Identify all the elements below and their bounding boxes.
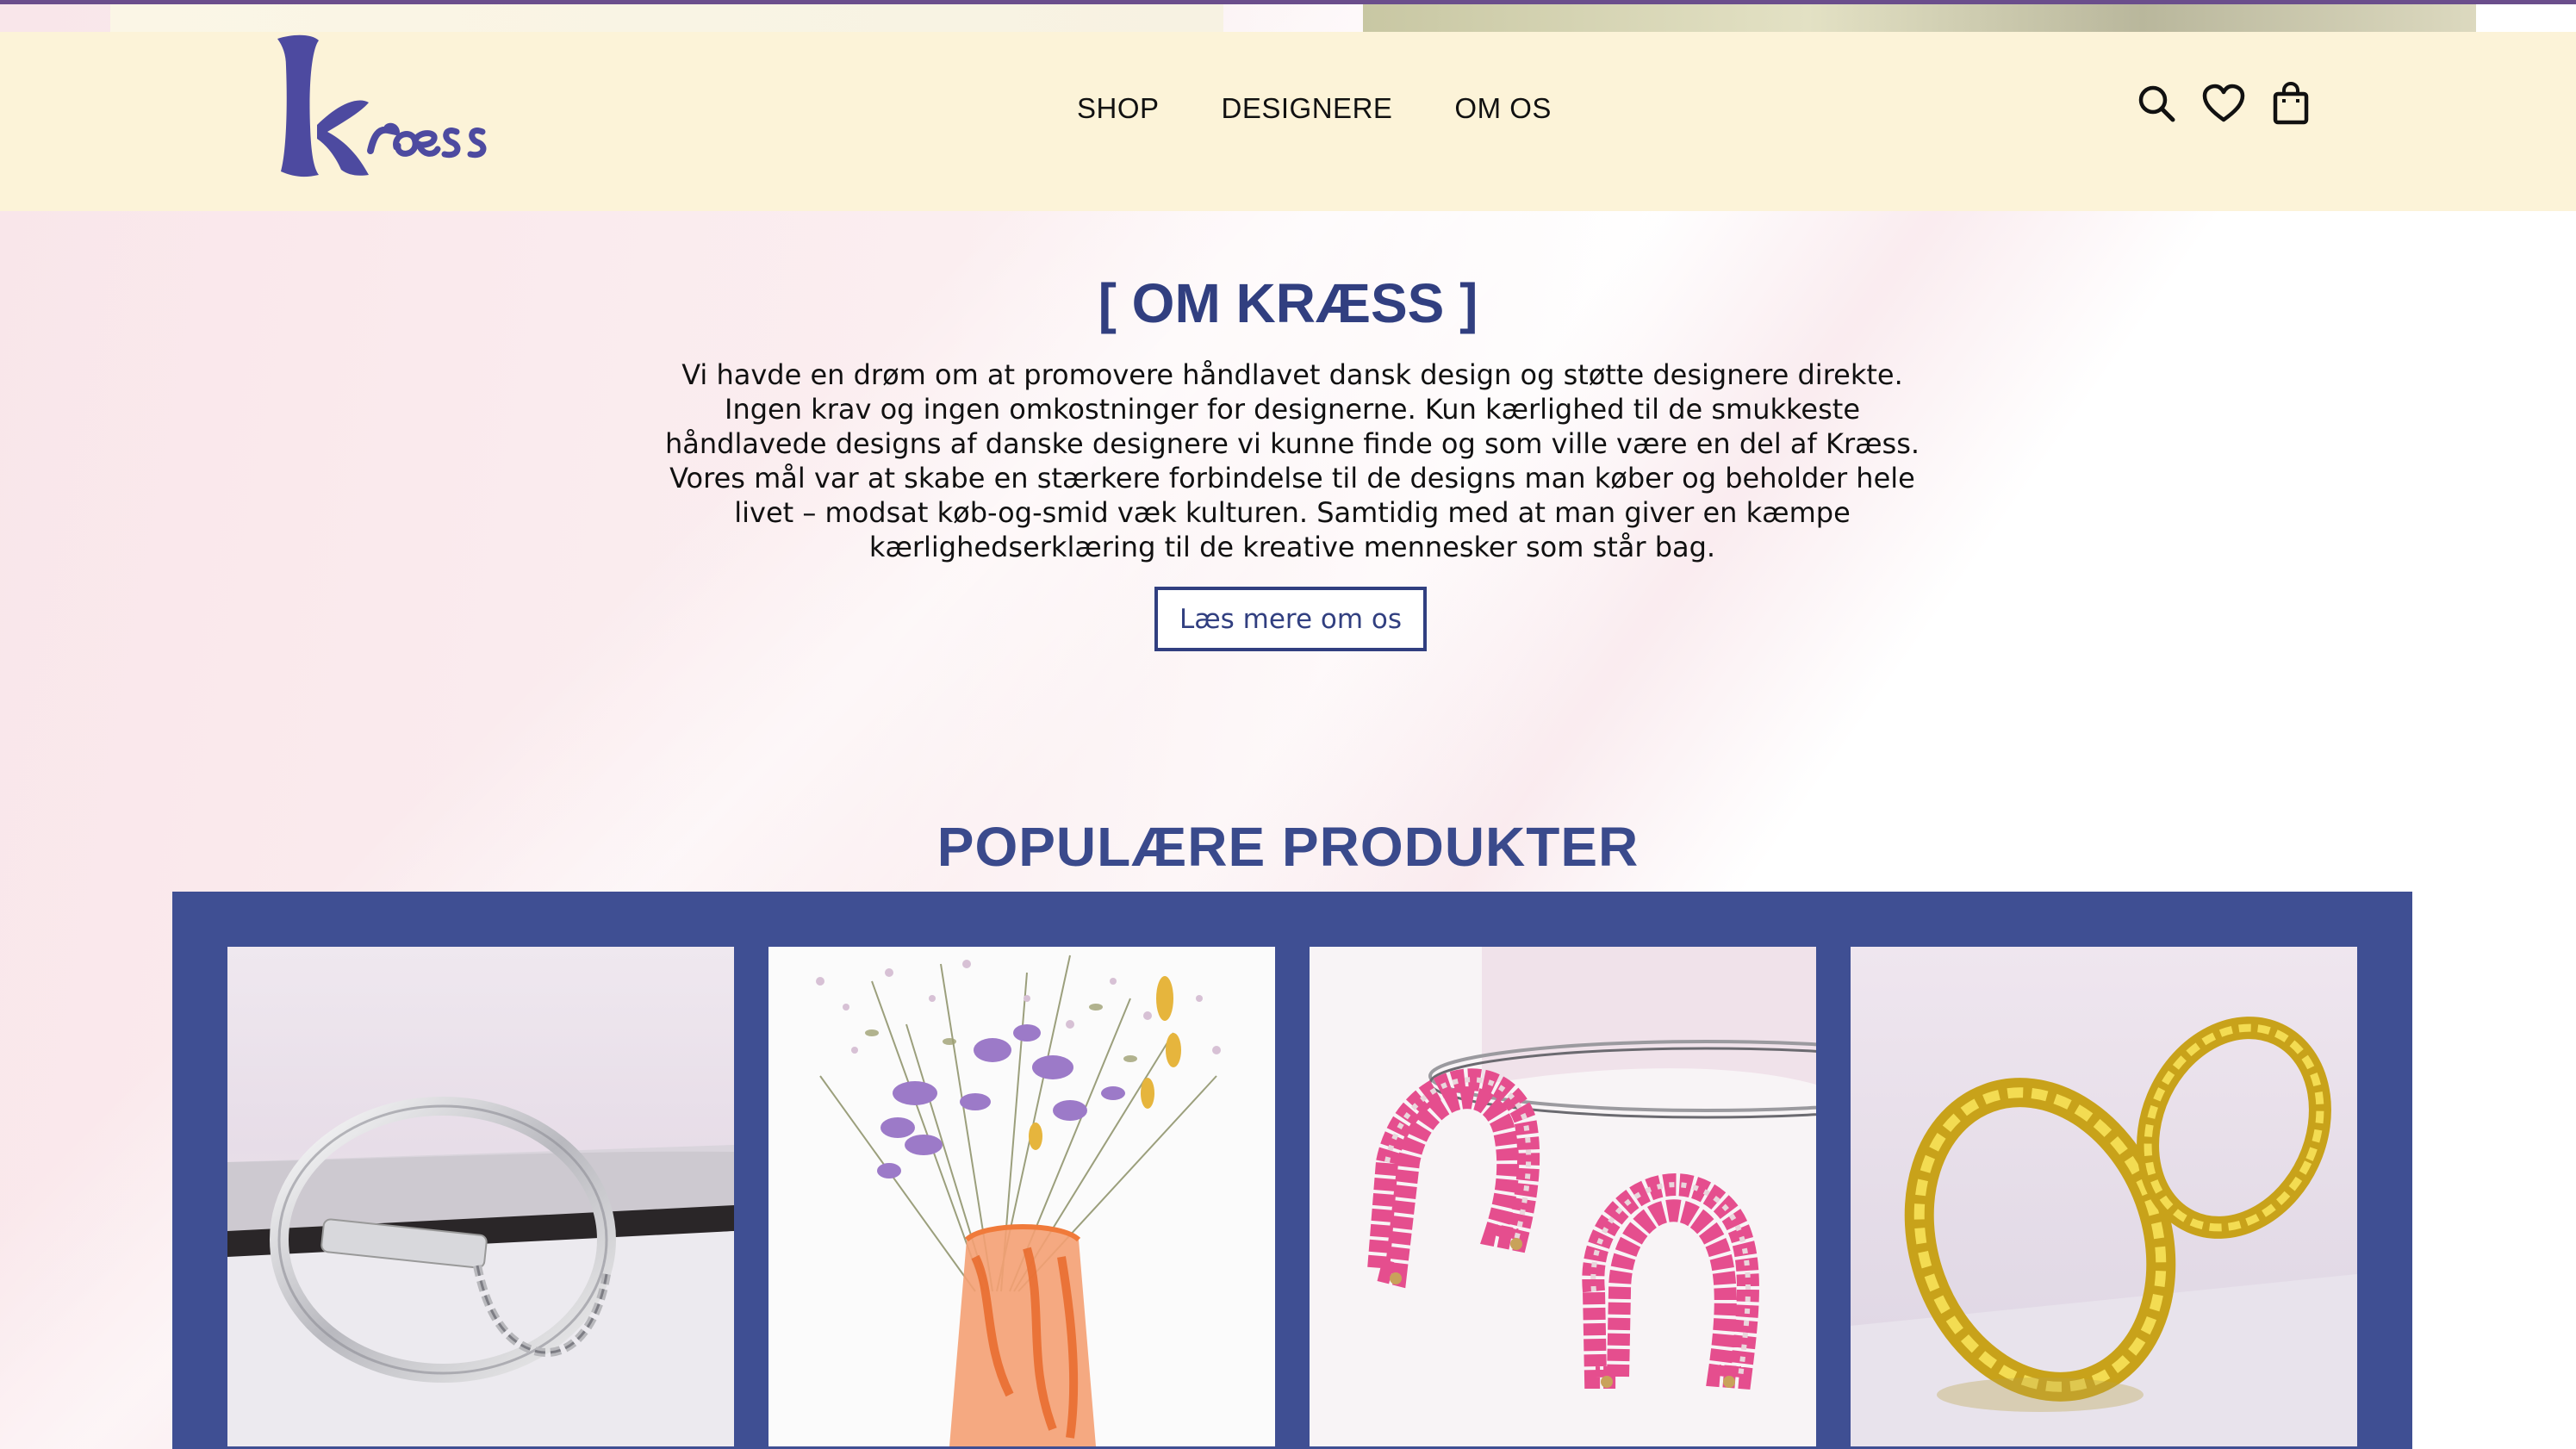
top-banner-image-left <box>110 4 1223 32</box>
product-card-rhinestone-earrings[interactable] <box>1310 947 1816 1446</box>
heart-icon[interactable] <box>2202 82 2245 125</box>
product-image-dried-flowers <box>768 947 1275 1446</box>
product-image-gold-earrings <box>1851 947 2357 1446</box>
product-card-gold-earrings[interactable] <box>1851 947 2357 1446</box>
search-icon[interactable] <box>2135 82 2178 125</box>
nav-item-shop[interactable]: SHOP <box>1077 92 1160 125</box>
brand-logo[interactable] <box>267 32 491 187</box>
nav-item-om-os[interactable]: OM OS <box>1454 92 1552 125</box>
product-card-silver-bracelet[interactable] <box>227 947 734 1446</box>
product-image-rhinestone-earrings <box>1310 947 1816 1446</box>
read-more-about-button[interactable]: Læs mere om os <box>1154 587 1427 651</box>
site-header: SHOP DESIGNERE OM OS <box>0 32 2576 211</box>
product-image-silver-bracelet <box>227 947 734 1446</box>
main-nav: SHOP DESIGNERE OM OS <box>1077 92 1552 125</box>
header-actions <box>2135 82 2312 125</box>
popular-products-title: POPULÆRE PRODUKTER <box>936 816 1640 879</box>
top-banner-image-right <box>1363 4 2476 32</box>
about-text: Vi havde en drøm om at promovere håndlav… <box>664 358 1920 563</box>
about-title: [ OM KRÆSS ] <box>1098 271 1478 334</box>
nav-item-designere[interactable]: DESIGNERE <box>1222 92 1393 125</box>
product-card-dried-flowers[interactable] <box>768 947 1275 1446</box>
shopping-bag-icon[interactable] <box>2269 82 2312 125</box>
popular-products-panel <box>172 892 2412 1449</box>
